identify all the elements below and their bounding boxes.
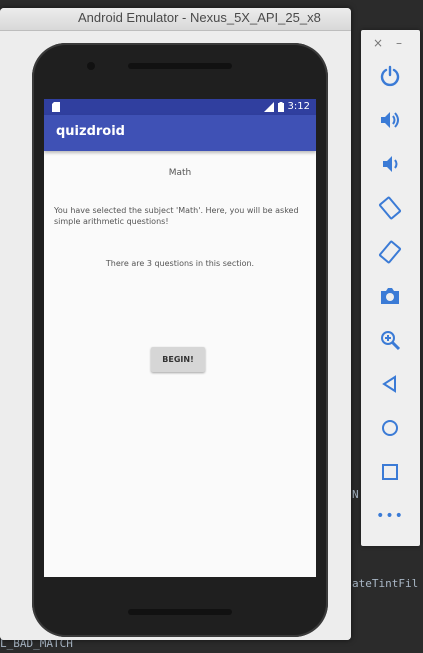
question-count: There are 3 questions in this section.: [105, 259, 255, 268]
emulator-window: Android Emulator - Nexus_5X_API_25_x8 3:…: [0, 8, 351, 640]
close-icon[interactable]: ×: [373, 36, 383, 50]
power-icon[interactable]: [376, 62, 404, 90]
rotate-right-icon[interactable]: [376, 238, 404, 266]
battery-icon: [277, 101, 284, 112]
overview-icon[interactable]: [376, 458, 404, 486]
volume-up-icon[interactable]: [376, 106, 404, 134]
camera-lens: [87, 62, 95, 70]
emulator-body: 3:12 quizdroid Math You have selected th…: [0, 31, 351, 640]
volume-down-icon[interactable]: [376, 150, 404, 178]
more-icon[interactable]: •••: [376, 502, 404, 530]
home-icon[interactable]: [376, 414, 404, 442]
minimize-icon[interactable]: –: [396, 36, 402, 50]
top-speaker: [128, 63, 232, 69]
ide-text: ateTintFil: [352, 577, 419, 590]
device-screen[interactable]: 3:12 quizdroid Math You have selected th…: [44, 99, 316, 577]
bottom-speaker: [128, 609, 232, 615]
zoom-icon[interactable]: [376, 326, 404, 354]
status-right: 3:12: [263, 101, 310, 112]
status-time: 3:12: [287, 101, 310, 112]
back-icon[interactable]: [376, 370, 404, 398]
subject-description: You have selected the subject 'Math'. He…: [54, 206, 299, 226]
ide-text: N: [352, 488, 359, 501]
window-titlebar[interactable]: Android Emulator - Nexus_5X_API_25_x8: [0, 8, 351, 31]
signal-icon: [263, 101, 274, 112]
window-title: Android Emulator - Nexus_5X_API_25_x8: [78, 10, 321, 25]
rotate-left-icon[interactable]: [376, 194, 404, 222]
camera-icon[interactable]: [376, 282, 404, 310]
app-bar: quizdroid: [44, 115, 316, 151]
status-bar: 3:12: [44, 99, 316, 115]
main-content: Math You have selected the subject 'Math…: [44, 151, 316, 541]
sd-card-icon: [52, 102, 60, 112]
emulator-side-toolbar: × – •••: [361, 30, 420, 546]
begin-button[interactable]: BEGIN!: [151, 347, 205, 372]
app-title: quizdroid: [56, 124, 125, 139]
subject-title: Math: [168, 168, 192, 178]
phone-frame: 3:12 quizdroid Math You have selected th…: [32, 43, 328, 637]
